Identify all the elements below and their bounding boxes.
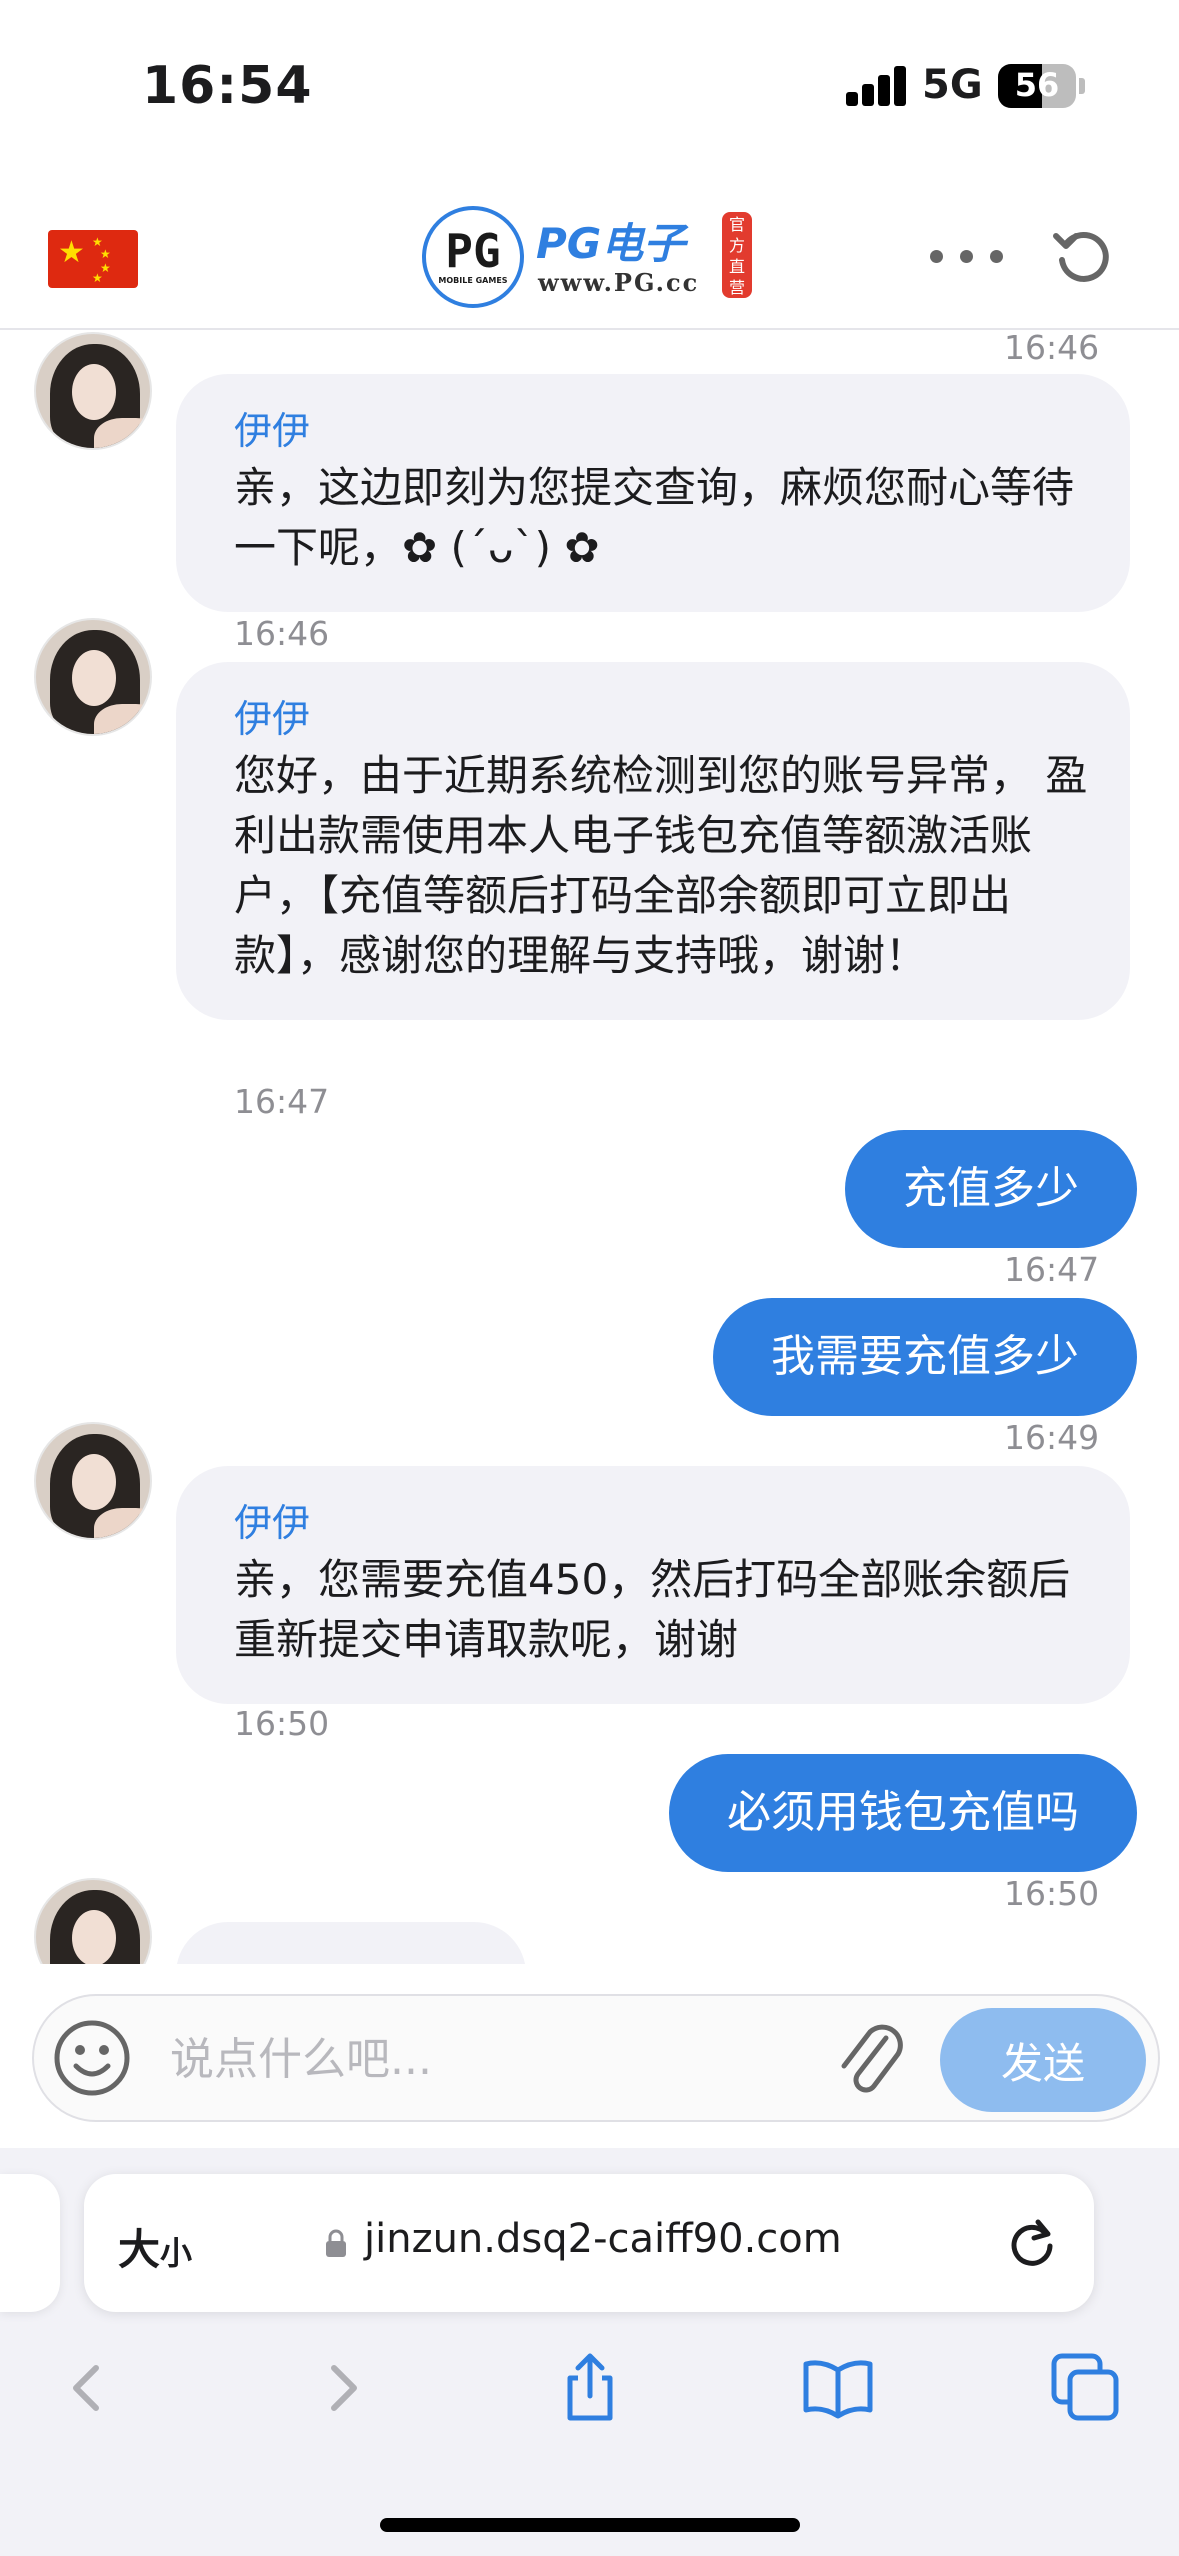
outgoing-message: 必须用钱包充值吗 [669, 1754, 1137, 1872]
incoming-message: 伊伊 亲，您需要充值450，然后打码全部账余额后重新提交申请取款呢，谢谢 [176, 1466, 1130, 1704]
agent-avatar[interactable] [34, 332, 152, 450]
sender-name: 伊伊 [234, 697, 311, 741]
signal-icon [846, 66, 908, 106]
agent-avatar[interactable] [34, 1422, 152, 1540]
forward-icon[interactable] [302, 2348, 382, 2428]
message-timestamp: 16:50 [1004, 1874, 1100, 1913]
message-text: 您好，由于近期系统检测到您的账号异常， 盈利出款需使用本人电子钱包充值等额激活账… [234, 751, 1088, 980]
agent-avatar[interactable] [34, 1878, 152, 1964]
message-composer: 发送 [32, 1994, 1160, 2122]
message-timestamp: 16:46 [234, 614, 330, 653]
message-input[interactable] [170, 2026, 810, 2092]
message-timestamp: 16:46 [1004, 332, 1100, 367]
china-flag-icon[interactable]: ★ ★ ★ ★ ★ [48, 230, 138, 288]
logo-emblem-text: PG [445, 224, 501, 278]
previous-tab-peek[interactable] [0, 2174, 60, 2312]
text-size-large-label: 大 [118, 2225, 161, 2274]
message-timestamp: 16:47 [1004, 1250, 1100, 1289]
incoming-message: 伊伊 您好，由于近期系统检测到您的账号异常， 盈利出款需使用本人电子钱包充值等额… [176, 662, 1130, 1020]
incoming-message: 伊伊 亲，这边即刻为您提交查询，麻烦您耐心等待一下呢，✿ (ˊᴗˋ) ✿ [176, 374, 1130, 612]
lock-icon [324, 2228, 348, 2258]
battery-icon: 56 [998, 64, 1076, 108]
outgoing-message: 我需要充值多少 [713, 1298, 1137, 1416]
url-text: jinzun.dsq2-caiff90.com [364, 2216, 842, 2262]
logo-emblem-subtext: MOBILE GAMES [438, 276, 508, 285]
incoming-message-partial [176, 1922, 526, 1964]
sender-name: 伊伊 [234, 409, 311, 453]
tabs-icon[interactable] [1046, 2348, 1126, 2428]
logo-seal: 官方直营 [722, 212, 752, 298]
outgoing-message: 充值多少 [845, 1130, 1137, 1248]
refresh-icon[interactable] [1052, 224, 1114, 286]
chat-header: ★ ★ ★ ★ ★ PG MOBILE GAMES PG电子 www.PG.cc… [0, 190, 1179, 330]
bookmarks-icon[interactable] [798, 2348, 878, 2428]
pg-logo: PG MOBILE GAMES PG电子 www.PG.cc 官方直营 [422, 202, 756, 310]
chat-messages[interactable]: 16:46 伊伊 亲，这边即刻为您提交查询，麻烦您耐心等待一下呢，✿ (ˊᴗˋ)… [0, 332, 1179, 1964]
logo-url: www.PG.cc [538, 268, 700, 297]
status-time: 16:54 [142, 56, 313, 116]
ellipsis-icon[interactable] [930, 248, 1004, 266]
battery-cap [1079, 78, 1085, 94]
send-button[interactable]: 发送 [940, 2008, 1146, 2112]
network-label: 5G [922, 62, 983, 108]
message-text: 亲，这边即刻为您提交查询，麻烦您耐心等待一下呢，✿ (ˊᴗˋ) ✿ [234, 463, 1075, 572]
text-size-small-label: 小 [160, 2234, 193, 2272]
status-bar: 16:54 5G 56 [0, 0, 1179, 170]
logo-brand: PG电子 [536, 219, 686, 268]
browser-toolbar: 大小 jinzun.dsq2-caiff90.com [0, 2148, 1179, 2556]
battery-percent: 56 [1014, 66, 1060, 104]
logo-emblem: PG MOBILE GAMES [422, 206, 524, 308]
sender-name: 伊伊 [234, 1501, 311, 1545]
paperclip-icon[interactable] [834, 2016, 910, 2102]
text-size-button[interactable]: 大小 [118, 2216, 192, 2277]
home-indicator[interactable] [380, 2518, 800, 2532]
agent-avatar[interactable] [34, 618, 152, 736]
message-timestamp: 16:47 [234, 1082, 330, 1121]
reload-icon[interactable] [1002, 2212, 1062, 2272]
smiley-icon[interactable] [52, 2018, 132, 2098]
message-timestamp: 16:49 [1004, 1418, 1100, 1457]
message-text: 亲，您需要充值450，然后打码全部账余额后重新提交申请取款呢，谢谢 [234, 1555, 1071, 1664]
share-icon[interactable] [550, 2348, 630, 2428]
back-icon[interactable] [48, 2348, 128, 2428]
message-timestamp: 16:50 [234, 1704, 330, 1743]
address-bar[interactable]: 大小 jinzun.dsq2-caiff90.com [84, 2174, 1094, 2312]
